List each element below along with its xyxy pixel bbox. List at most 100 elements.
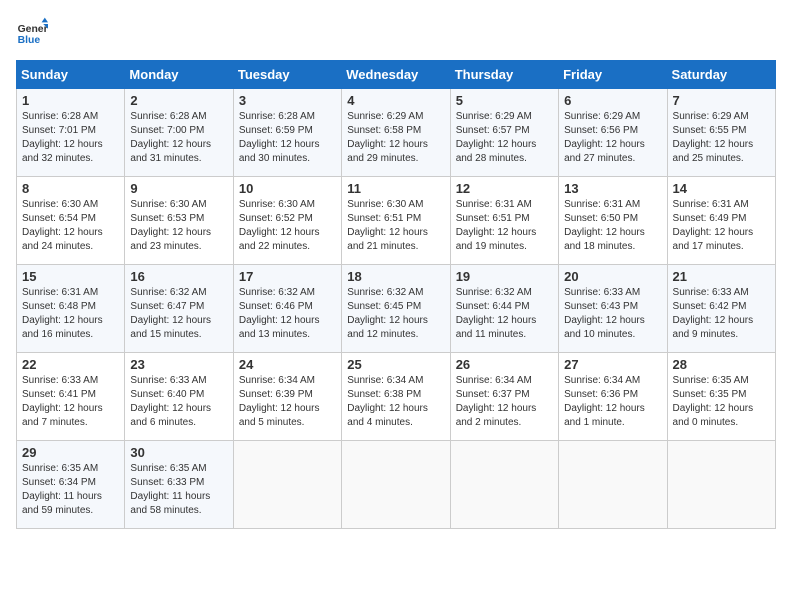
day-number: 6 — [564, 93, 661, 108]
calendar-cell: 22 Sunrise: 6:33 AM Sunset: 6:41 PM Dayli… — [17, 353, 125, 441]
cell-info: Sunrise: 6:35 AM Sunset: 6:33 PM Dayligh… — [130, 462, 227, 518]
day-number: 28 — [673, 357, 770, 372]
day-number: 7 — [673, 93, 770, 108]
day-number: 17 — [239, 269, 336, 284]
cell-info: Sunrise: 6:32 AM Sunset: 6:45 PM Dayligh… — [347, 286, 444, 342]
weekday-header: Sunday — [17, 61, 125, 89]
day-number: 1 — [22, 93, 119, 108]
weekday-header: Saturday — [667, 61, 775, 89]
calendar-cell: 9 Sunrise: 6:30 AM Sunset: 6:53 PM Daylig… — [125, 177, 233, 265]
day-number: 4 — [347, 93, 444, 108]
calendar-cell — [342, 441, 450, 529]
calendar-cell: 24Sunrise: 6:34 AM Sunset: 6:39 PM Dayli… — [233, 353, 341, 441]
cell-info: Sunrise: 6:35 AM Sunset: 6:34 PM Dayligh… — [22, 462, 119, 518]
calendar-cell: 15 Sunrise: 6:31 AM Sunset: 6:48 PM Dayli… — [17, 265, 125, 353]
calendar-table: SundayMondayTuesdayWednesdayThursdayFrid… — [16, 60, 776, 529]
calendar-cell: 2Sunrise: 6:28 AM Sunset: 7:00 PM Daylig… — [125, 89, 233, 177]
day-number: 21 — [673, 269, 770, 284]
day-number: 8 — [22, 181, 119, 196]
day-number: 15 — [22, 269, 119, 284]
cell-info: Sunrise: 6:34 AM Sunset: 6:39 PM Dayligh… — [239, 374, 336, 430]
weekday-header: Tuesday — [233, 61, 341, 89]
day-number: 16 — [130, 269, 227, 284]
calendar-cell: 5 Sunrise: 6:29 AM Sunset: 6:57 PM Daylig… — [450, 89, 558, 177]
svg-text:Blue: Blue — [18, 35, 41, 46]
calendar-cell: 10 Sunrise: 6:30 AM Sunset: 6:52 PM Dayli… — [233, 177, 341, 265]
calendar-cell: 21 Sunrise: 6:33 AM Sunset: 6:42 PM Dayli… — [667, 265, 775, 353]
calendar-cell: 25 Sunrise: 6:34 AM Sunset: 6:38 PM Dayli… — [342, 353, 450, 441]
calendar-cell: 7 Sunrise: 6:29 AM Sunset: 6:55 PM Daylig… — [667, 89, 775, 177]
cell-info: Sunrise: 6:32 AM Sunset: 6:44 PM Dayligh… — [456, 286, 553, 342]
day-number: 19 — [456, 269, 553, 284]
calendar-cell — [667, 441, 775, 529]
day-number: 14 — [673, 181, 770, 196]
weekday-header: Friday — [559, 61, 667, 89]
day-number: 22 — [22, 357, 119, 372]
calendar-cell: 6 Sunrise: 6:29 AM Sunset: 6:56 PM Daylig… — [559, 89, 667, 177]
calendar-cell — [233, 441, 341, 529]
cell-info: Sunrise: 6:34 AM Sunset: 6:38 PM Dayligh… — [347, 374, 444, 430]
logo: General Blue — [16, 16, 48, 48]
day-number: 10 — [239, 181, 336, 196]
cell-info: Sunrise: 6:32 AM Sunset: 6:47 PM Dayligh… — [130, 286, 227, 342]
calendar-cell — [450, 441, 558, 529]
page-header: General Blue — [16, 16, 776, 48]
calendar-cell: 20 Sunrise: 6:33 AM Sunset: 6:43 PM Dayli… — [559, 265, 667, 353]
calendar-cell: 13Sunrise: 6:31 AM Sunset: 6:50 PM Dayli… — [559, 177, 667, 265]
weekday-header: Wednesday — [342, 61, 450, 89]
day-number: 25 — [347, 357, 444, 372]
cell-info: Sunrise: 6:33 AM Sunset: 6:42 PM Dayligh… — [673, 286, 770, 342]
day-number: 2 — [130, 93, 227, 108]
cell-info: Sunrise: 6:33 AM Sunset: 6:43 PM Dayligh… — [564, 286, 661, 342]
calendar-cell: 4 Sunrise: 6:29 AM Sunset: 6:58 PM Daylig… — [342, 89, 450, 177]
cell-info: Sunrise: 6:30 AM Sunset: 6:52 PM Dayligh… — [239, 198, 336, 254]
cell-info: Sunrise: 6:31 AM Sunset: 6:50 PM Dayligh… — [564, 198, 661, 254]
cell-info: Sunrise: 6:29 AM Sunset: 6:55 PM Dayligh… — [673, 110, 770, 166]
day-number: 20 — [564, 269, 661, 284]
cell-info: Sunrise: 6:29 AM Sunset: 6:57 PM Dayligh… — [456, 110, 553, 166]
day-number: 23 — [130, 357, 227, 372]
calendar-cell: 28 Sunrise: 6:35 AM Sunset: 6:35 PM Dayli… — [667, 353, 775, 441]
calendar-cell: 12Sunrise: 6:31 AM Sunset: 6:51 PM Dayli… — [450, 177, 558, 265]
cell-info: Sunrise: 6:30 AM Sunset: 6:53 PM Dayligh… — [130, 198, 227, 254]
day-number: 26 — [456, 357, 553, 372]
cell-info: Sunrise: 6:31 AM Sunset: 6:48 PM Dayligh… — [22, 286, 119, 342]
cell-info: Sunrise: 6:29 AM Sunset: 6:58 PM Dayligh… — [347, 110, 444, 166]
cell-info: Sunrise: 6:28 AM Sunset: 6:59 PM Dayligh… — [239, 110, 336, 166]
cell-info: Sunrise: 6:32 AM Sunset: 6:46 PM Dayligh… — [239, 286, 336, 342]
calendar-cell: 29 Sunrise: 6:35 AM Sunset: 6:34 PM Dayli… — [17, 441, 125, 529]
weekday-header: Thursday — [450, 61, 558, 89]
day-number: 18 — [347, 269, 444, 284]
cell-info: Sunrise: 6:30 AM Sunset: 6:54 PM Dayligh… — [22, 198, 119, 254]
cell-info: Sunrise: 6:30 AM Sunset: 6:51 PM Dayligh… — [347, 198, 444, 254]
day-number: 11 — [347, 181, 444, 196]
calendar-cell: 3Sunrise: 6:28 AM Sunset: 6:59 PM Daylig… — [233, 89, 341, 177]
cell-info: Sunrise: 6:35 AM Sunset: 6:35 PM Dayligh… — [673, 374, 770, 430]
svg-text:General: General — [18, 24, 48, 35]
calendar-cell: 30 Sunrise: 6:35 AM Sunset: 6:33 PM Dayli… — [125, 441, 233, 529]
calendar-cell: 16 Sunrise: 6:32 AM Sunset: 6:47 PM Dayli… — [125, 265, 233, 353]
calendar-cell: 11 Sunrise: 6:30 AM Sunset: 6:51 PM Dayli… — [342, 177, 450, 265]
day-number: 27 — [564, 357, 661, 372]
day-number: 12 — [456, 181, 553, 196]
cell-info: Sunrise: 6:34 AM Sunset: 6:36 PM Dayligh… — [564, 374, 661, 430]
cell-info: Sunrise: 6:33 AM Sunset: 6:41 PM Dayligh… — [22, 374, 119, 430]
calendar-cell: 19 Sunrise: 6:32 AM Sunset: 6:44 PM Dayli… — [450, 265, 558, 353]
calendar-cell: 14 Sunrise: 6:31 AM Sunset: 6:49 PM Dayli… — [667, 177, 775, 265]
calendar-cell — [559, 441, 667, 529]
calendar-cell: 18 Sunrise: 6:32 AM Sunset: 6:45 PM Dayli… — [342, 265, 450, 353]
logo-icon: General Blue — [16, 16, 48, 48]
calendar-cell: 26 Sunrise: 6:34 AM Sunset: 6:37 PM Dayli… — [450, 353, 558, 441]
day-number: 9 — [130, 181, 227, 196]
cell-info: Sunrise: 6:29 AM Sunset: 6:56 PM Dayligh… — [564, 110, 661, 166]
cell-info: Sunrise: 6:31 AM Sunset: 6:49 PM Dayligh… — [673, 198, 770, 254]
day-number: 29 — [22, 445, 119, 460]
day-number: 5 — [456, 93, 553, 108]
cell-info: Sunrise: 6:34 AM Sunset: 6:37 PM Dayligh… — [456, 374, 553, 430]
cell-info: Sunrise: 6:33 AM Sunset: 6:40 PM Dayligh… — [130, 374, 227, 430]
weekday-header: Monday — [125, 61, 233, 89]
cell-info: Sunrise: 6:28 AM Sunset: 7:01 PM Dayligh… — [22, 110, 119, 166]
calendar-cell: 23 Sunrise: 6:33 AM Sunset: 6:40 PM Dayli… — [125, 353, 233, 441]
calendar-cell: 1 Sunrise: 6:28 AM Sunset: 7:01 PM Daylig… — [17, 89, 125, 177]
day-number: 30 — [130, 445, 227, 460]
